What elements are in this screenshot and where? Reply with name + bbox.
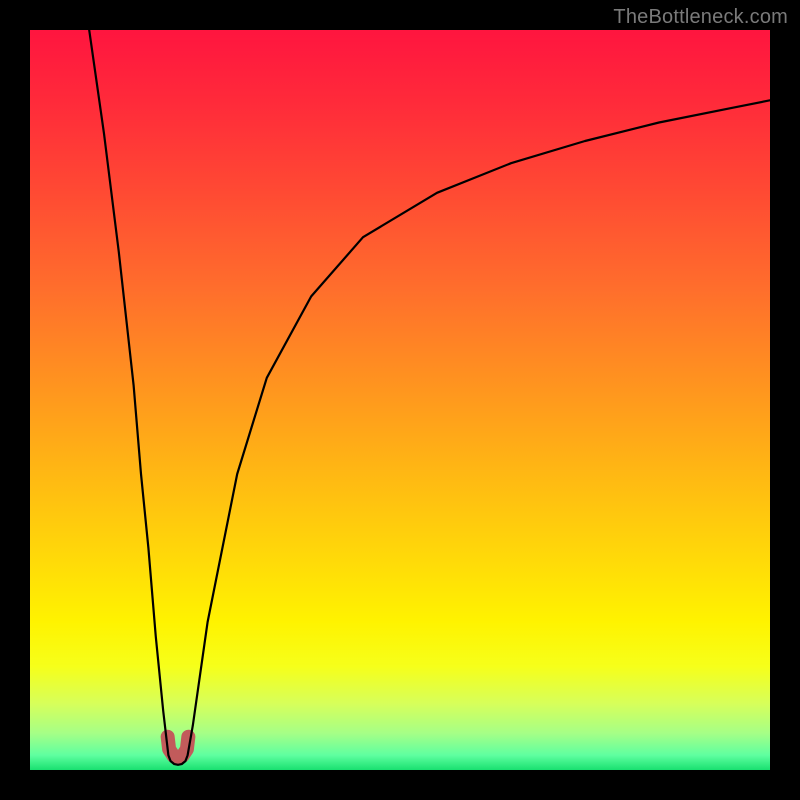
curve-layer [30,30,770,770]
plot-area [30,30,770,770]
valley-highlight [168,737,189,758]
watermark-text: TheBottleneck.com [613,6,788,29]
bottleneck-curve [89,30,770,765]
chart-frame: TheBottleneck.com [0,0,800,800]
